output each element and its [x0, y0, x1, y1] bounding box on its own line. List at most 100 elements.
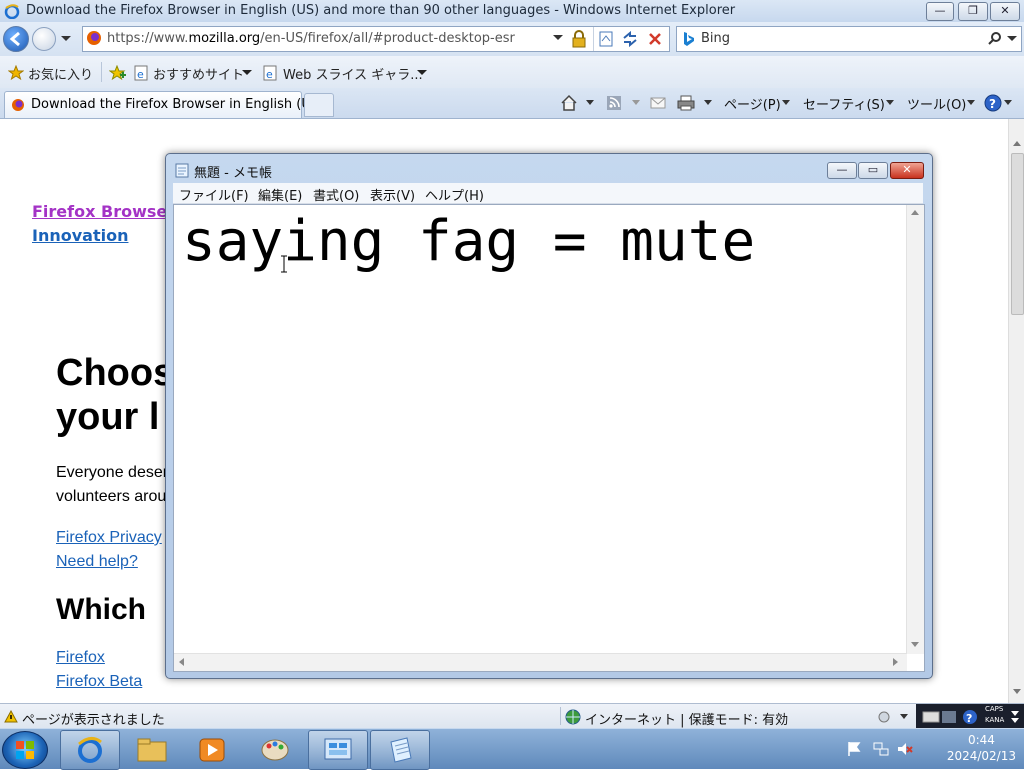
chevron-down-icon[interactable] [1004, 100, 1012, 106]
page-menu[interactable]: ページ(P) [724, 94, 781, 113]
product-link-firefox[interactable]: Firefox [56, 649, 105, 667]
popup-blocker-icon[interactable] [876, 710, 896, 724]
close-button[interactable]: ✕ [990, 2, 1020, 21]
page-intro-text: Everyone deser volunteers arou [56, 464, 169, 505]
notepad-close-button[interactable]: ✕ [890, 162, 924, 179]
back-button[interactable] [3, 26, 29, 52]
menu-help[interactable]: ヘルプ(H) [425, 185, 484, 204]
taskbar-control-panel-button[interactable] [308, 730, 368, 770]
compatibility-view-icon[interactable] [597, 30, 615, 48]
chevron-down-icon[interactable] [60, 34, 72, 44]
section-heading: Which [56, 593, 146, 626]
chevron-down-icon[interactable] [782, 100, 790, 106]
privacy-link[interactable]: Firefox Privacy [56, 529, 162, 547]
taskbar-media-player-button[interactable] [182, 730, 242, 770]
address-dropdown-icon[interactable] [553, 34, 563, 42]
favorites-star-icon [8, 65, 24, 81]
refresh-icon[interactable] [621, 30, 639, 48]
lock-icon[interactable] [571, 30, 587, 48]
nav-link-firefox-browsers[interactable]: Firefox Browsers [32, 202, 185, 221]
menu-file[interactable]: ファイル(F) [179, 185, 249, 204]
scroll-left-icon[interactable] [179, 658, 185, 666]
tools-menu[interactable]: ツール(O) [907, 94, 966, 113]
chevron-down-icon[interactable] [900, 714, 908, 720]
taskbar-explorer-button[interactable] [122, 730, 182, 770]
scroll-right-icon[interactable] [893, 658, 899, 666]
ime-help-icon[interactable]: ? [962, 709, 978, 725]
chevron-down-icon[interactable] [632, 100, 640, 106]
scroll-thumb[interactable] [1011, 153, 1024, 315]
control-panel-icon [324, 738, 352, 760]
scroll-up-icon[interactable] [1013, 141, 1021, 147]
print-icon[interactable] [677, 95, 695, 111]
web-slice-gallery-link[interactable]: Web スライス ギャラ... [283, 64, 423, 83]
tab-active[interactable]: Download the Firefox Browser in English … [4, 91, 323, 118]
ie-logo-icon [4, 4, 20, 19]
maximize-button[interactable]: ❐ [958, 2, 988, 21]
warning-icon [4, 710, 18, 723]
notepad-title: 無題 - メモ帳 [194, 166, 272, 181]
favorites-button[interactable]: お気に入り [28, 64, 93, 83]
nav-link-innovation[interactable]: Innovation [32, 226, 128, 245]
kana-indicator: KANA [985, 716, 1005, 724]
ie-page-icon: e [263, 65, 277, 81]
forward-button[interactable] [32, 27, 56, 51]
window-title: Download the Firefox Browser in English … [26, 3, 736, 18]
home-icon[interactable] [560, 94, 578, 112]
notepad-menubar: ファイル(F) 編集(E) 書式(O) 表示(V) ヘルプ(H) [173, 183, 923, 204]
page-scrollbar[interactable] [1008, 119, 1024, 703]
search-engine-label: Bing [701, 31, 731, 46]
ie-page-icon: e [134, 65, 148, 81]
notepad-horizontal-scrollbar[interactable] [174, 653, 907, 671]
bing-icon [684, 32, 694, 46]
svg-text:e: e [137, 68, 144, 81]
scroll-down-icon[interactable] [1013, 689, 1021, 695]
firefox-favicon-icon [87, 31, 101, 45]
address-bar[interactable]: https://www.mozilla.org/en-US/firefox/al… [82, 26, 670, 52]
search-icon[interactable] [987, 31, 1003, 47]
minimize-button[interactable]: — [926, 2, 954, 21]
taskbar-paint-button[interactable] [244, 730, 304, 770]
chevron-down-icon[interactable] [417, 69, 427, 77]
language-bar-options-icon[interactable] [1011, 709, 1019, 725]
svg-text:?: ? [966, 712, 972, 725]
volume-muted-icon[interactable] [896, 741, 914, 757]
taskbar-ie-button[interactable] [60, 730, 120, 770]
keyboard-icon[interactable] [922, 711, 940, 723]
feeds-icon[interactable] [606, 95, 622, 111]
clock-date: 2024/02/13 [946, 749, 1016, 763]
product-link-firefox-beta[interactable]: Firefox Beta [56, 673, 142, 691]
chevron-down-icon[interactable] [886, 100, 894, 106]
menu-edit[interactable]: 編集(E) [258, 185, 302, 204]
safety-menu[interactable]: セーフティ(S) [803, 94, 885, 113]
search-dropdown-icon[interactable] [1007, 35, 1017, 43]
security-zone: インターネット | 保護モード: 有効 [585, 713, 789, 728]
menu-view[interactable]: 表示(V) [370, 185, 415, 204]
chevron-down-icon[interactable] [967, 100, 975, 106]
scroll-up-icon[interactable] [911, 210, 919, 216]
chevron-down-icon[interactable] [586, 100, 594, 106]
taskbar-notepad-button[interactable] [370, 730, 430, 770]
chevron-down-icon[interactable] [242, 69, 252, 77]
start-button[interactable] [2, 731, 48, 769]
stop-icon[interactable] [647, 31, 663, 47]
chevron-down-icon[interactable] [704, 100, 712, 106]
help-icon[interactable]: ? [984, 94, 1002, 112]
notepad-maximize-button[interactable]: ▭ [858, 162, 888, 179]
add-favorites-icon[interactable] [109, 65, 127, 81]
clock[interactable]: 0:44 2024/02/13 [947, 732, 1016, 764]
need-help-link[interactable]: Need help? [56, 553, 138, 571]
menu-format[interactable]: 書式(O) [313, 185, 359, 204]
mail-icon[interactable] [650, 96, 666, 110]
notepad-vertical-scrollbar[interactable] [906, 205, 924, 654]
suggested-sites-link[interactable]: おすすめサイト [153, 64, 244, 83]
text-cursor-icon [281, 255, 287, 273]
ime-icon[interactable] [941, 710, 957, 724]
new-tab-button[interactable] [304, 93, 334, 117]
search-box[interactable]: Bing [676, 26, 1022, 52]
notepad-minimize-button[interactable]: — [827, 162, 857, 179]
action-center-flag-icon[interactable] [846, 741, 862, 757]
scroll-down-icon[interactable] [911, 642, 919, 648]
network-icon[interactable] [872, 741, 890, 757]
notepad-text-area[interactable]: saying fag = mute [173, 204, 925, 672]
